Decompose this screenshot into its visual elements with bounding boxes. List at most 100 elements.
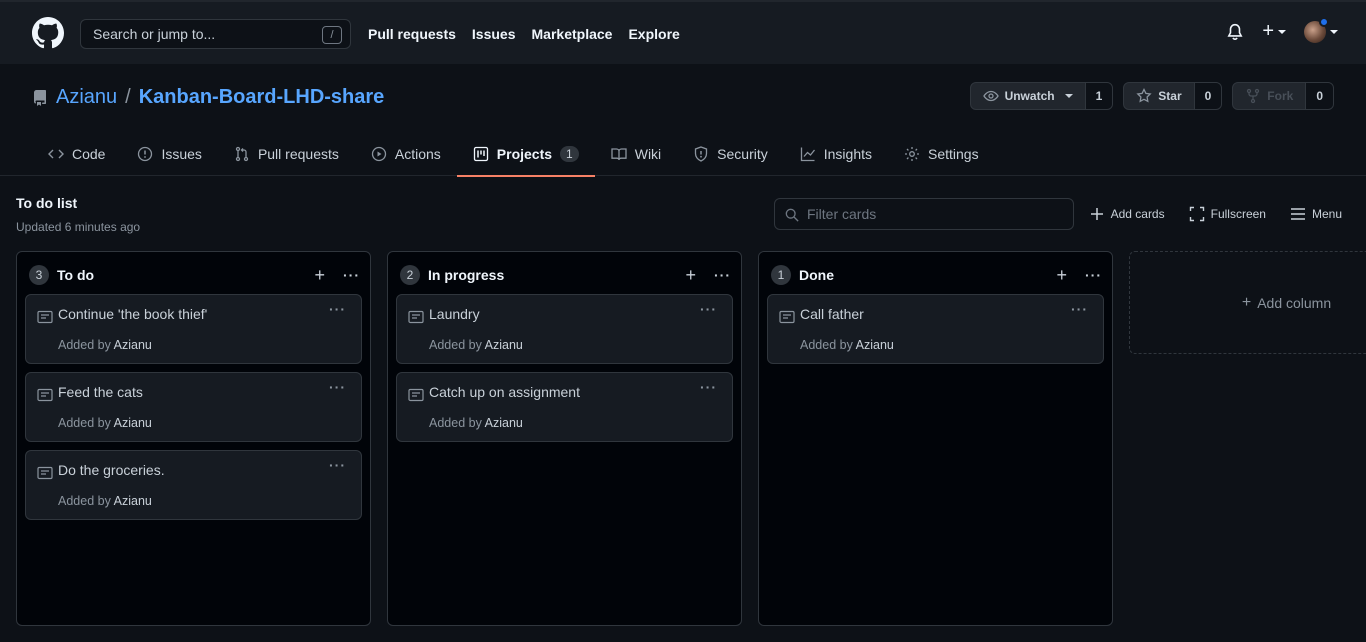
tab-issues[interactable]: Issues	[121, 131, 217, 176]
bell-icon[interactable]	[1226, 23, 1244, 41]
tab-label: Actions	[394, 145, 441, 162]
repo-actions: Unwatch 1 Star 0 Fork 0	[969, 82, 1334, 110]
card-options-icon[interactable]: ···	[329, 379, 346, 395]
fullscreen-icon	[1189, 206, 1204, 222]
filter-cards-input[interactable]: Filter cards	[774, 198, 1074, 230]
filter-placeholder: Filter cards	[807, 206, 877, 222]
github-logo-icon[interactable]	[32, 17, 64, 49]
card-author-link[interactable]: Azianu	[114, 416, 152, 430]
card-added-by: Added by	[58, 338, 111, 352]
fullscreen-label: Fullscreen	[1210, 207, 1266, 221]
repo-owner-link[interactable]: Azianu	[56, 86, 117, 109]
nav-marketplace[interactable]: Marketplace	[532, 26, 613, 42]
card-options-icon[interactable]: ···	[700, 301, 717, 317]
column-count: 2	[400, 265, 420, 285]
fork-button[interactable]: Fork	[1233, 83, 1307, 109]
search-input[interactable]: Search or jump to... /	[80, 19, 351, 49]
column-in-progress: 2 In progress + ··· Laundry Added by Azi…	[387, 251, 742, 626]
add-card-icon[interactable]: +	[314, 265, 325, 286]
card[interactable]: Continue 'the book thief' Added by Azian…	[25, 294, 362, 364]
menu-label: Menu	[1311, 207, 1342, 221]
create-new-menu[interactable]: +	[1262, 20, 1286, 43]
tab-label: Projects	[496, 145, 553, 162]
star-label: Star	[1158, 89, 1182, 103]
add-card-icon[interactable]: +	[685, 265, 696, 286]
graph-icon	[800, 147, 815, 161]
card-title: Call father	[800, 306, 864, 322]
nav-pull-requests[interactable]: Pull requests	[368, 26, 456, 42]
card-options-icon[interactable]: ···	[329, 457, 346, 473]
add-column-label: Add column	[1257, 294, 1332, 311]
code-icon	[48, 149, 64, 158]
tab-code[interactable]: Code	[32, 131, 121, 176]
card-title: Catch up on assignment	[429, 384, 580, 400]
card-author-link[interactable]: Azianu	[485, 338, 523, 352]
tab-pull-requests[interactable]: Pull requests	[218, 131, 355, 176]
fork-count[interactable]: 0	[1306, 83, 1333, 109]
add-cards-button[interactable]: Add cards	[1089, 206, 1165, 222]
column-count: 3	[29, 265, 49, 285]
top-nav: Pull requests Issues Marketplace Explore	[368, 26, 680, 42]
note-icon	[408, 388, 424, 402]
card[interactable]: Catch up on assignment Added by Azianu ·…	[396, 372, 733, 442]
card-author-link[interactable]: Azianu	[114, 494, 152, 508]
card-added-by: Added by	[429, 338, 482, 352]
star-button[interactable]: Star	[1124, 83, 1195, 109]
more-options-icon[interactable]: ···	[343, 267, 360, 283]
menu-button[interactable]: Menu	[1290, 206, 1342, 222]
add-cards-label: Add cards	[1110, 207, 1165, 221]
card-author-link[interactable]: Azianu	[856, 338, 894, 352]
card-options-icon[interactable]: ···	[700, 379, 717, 395]
tab-settings[interactable]: Settings	[888, 131, 995, 176]
card[interactable]: Laundry Added by Azianu ···	[396, 294, 733, 364]
tab-label: Issues	[161, 145, 202, 162]
tab-security[interactable]: Security	[677, 131, 784, 176]
nav-explore[interactable]: Explore	[628, 26, 679, 42]
more-options-icon[interactable]: ···	[1085, 267, 1102, 283]
tab-actions[interactable]: Actions	[355, 131, 457, 176]
card[interactable]: Do the groceries. Added by Azianu ···	[25, 450, 362, 520]
chevron-down-icon	[1064, 94, 1073, 98]
card-added-by: Added by	[800, 338, 853, 352]
tab-wiki[interactable]: Wiki	[595, 131, 677, 176]
shield-icon	[695, 145, 708, 162]
user-menu[interactable]	[1304, 16, 1338, 43]
plus-icon: +	[1241, 293, 1252, 311]
note-icon	[408, 310, 424, 324]
star-count[interactable]: 0	[1194, 83, 1222, 109]
tab-label: Security	[717, 145, 768, 162]
add-card-icon[interactable]: +	[1056, 265, 1067, 286]
note-icon	[37, 466, 53, 480]
pull-request-icon	[235, 146, 249, 161]
column-to-do: 3 To do + ··· Continue 'the book thief' …	[16, 251, 371, 626]
add-column-button[interactable]: + Add column	[1129, 251, 1366, 354]
card-meta: Added by Azianu	[58, 338, 152, 352]
fork-icon	[1247, 88, 1260, 104]
fork-label: Fork	[1267, 89, 1294, 103]
fullscreen-button[interactable]: Fullscreen	[1189, 206, 1266, 222]
card-meta: Added by Azianu	[429, 338, 523, 352]
card-author-link[interactable]: Azianu	[114, 338, 152, 352]
card-author-link[interactable]: Azianu	[485, 416, 523, 430]
tab-label: Insights	[823, 145, 872, 162]
chevron-down-icon	[1278, 29, 1286, 34]
unwatch-button[interactable]: Unwatch	[971, 83, 1086, 109]
card-meta: Added by Azianu	[58, 416, 152, 430]
card[interactable]: Call father Added by Azianu ···	[767, 294, 1104, 364]
card-meta: Added by Azianu	[800, 338, 894, 352]
watch-count[interactable]: 1	[1085, 83, 1113, 109]
nav-issues[interactable]: Issues	[472, 26, 516, 42]
hamburger-icon	[1290, 208, 1305, 220]
card-options-icon[interactable]: ···	[329, 301, 346, 317]
header-actions: +	[1226, 16, 1338, 43]
star-icon	[1136, 88, 1152, 103]
tab-projects[interactable]: Projects 1	[456, 131, 595, 177]
project-title[interactable]: To do list	[16, 195, 77, 211]
global-header: Search or jump to... / Pull requests Iss…	[0, 0, 1366, 64]
repo-name-link[interactable]: Kanban-Board-LHD-share	[139, 86, 385, 109]
card[interactable]: Feed the cats Added by Azianu ···	[25, 372, 362, 442]
card-options-icon[interactable]: ···	[1071, 301, 1088, 317]
book-icon	[611, 147, 627, 160]
more-options-icon[interactable]: ···	[714, 267, 731, 283]
tab-insights[interactable]: Insights	[784, 131, 888, 176]
